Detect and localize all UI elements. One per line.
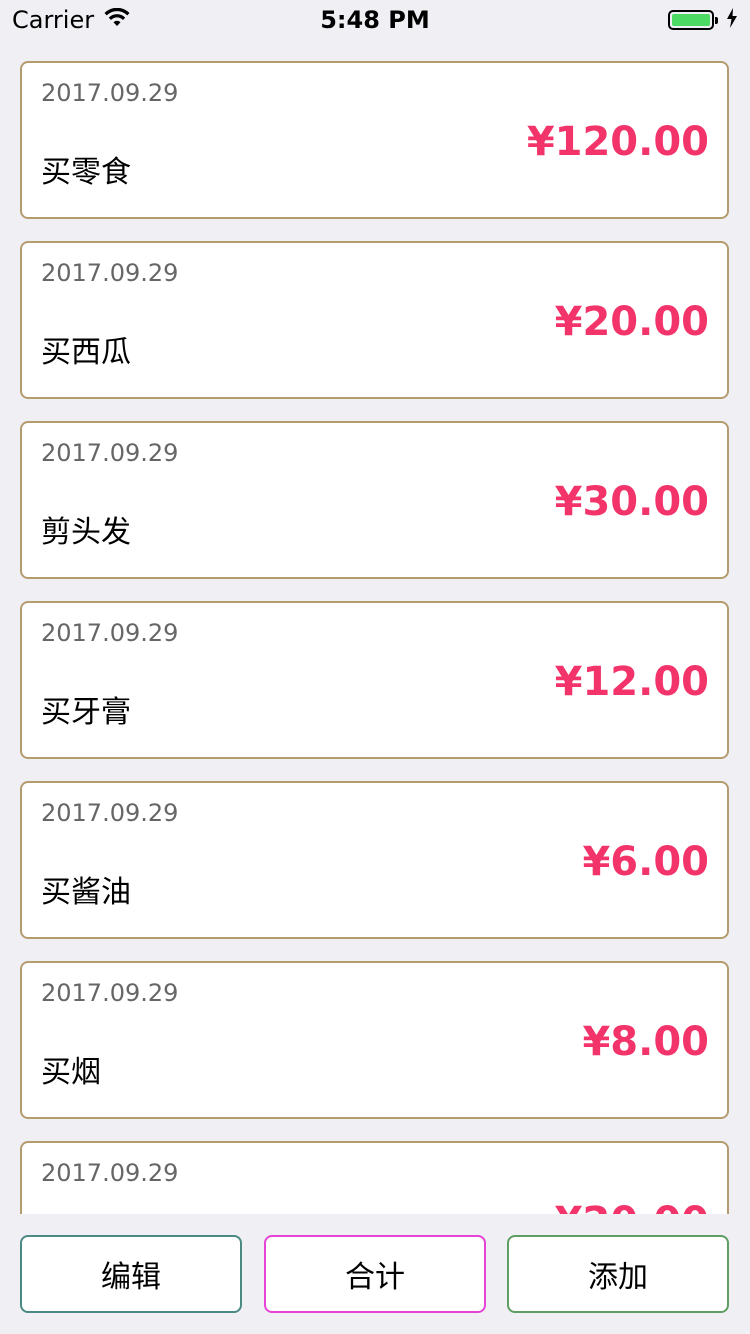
bottom-toolbar: 编辑 合计 添加 xyxy=(0,1214,750,1334)
add-button[interactable]: 添加 xyxy=(507,1235,729,1313)
record-amount: ¥20.00 xyxy=(555,1199,709,1214)
record-card[interactable]: 2017.09.29 买烟 ¥8.00 xyxy=(20,961,729,1119)
record-card[interactable]: 2017.09.29 买酱油 ¥6.00 xyxy=(20,781,729,939)
record-name: 剪头发 xyxy=(41,515,131,550)
record-name: 买烟 xyxy=(41,1055,101,1090)
record-name: 买牙膏 xyxy=(41,695,131,730)
record-card[interactable]: 2017.09.29 买牙膏 ¥12.00 xyxy=(20,601,729,759)
battery-level xyxy=(672,14,710,26)
record-date: 2017.09.29 xyxy=(41,799,179,827)
record-name: 买西瓜 xyxy=(41,335,131,370)
record-date: 2017.09.29 xyxy=(41,439,179,467)
record-name: 买零食 xyxy=(41,155,131,190)
record-amount: ¥20.00 xyxy=(554,299,709,345)
record-amount: ¥6.00 xyxy=(582,839,709,885)
wifi-icon xyxy=(104,6,130,34)
record-amount: ¥30.00 xyxy=(554,479,709,525)
status-right xyxy=(668,8,738,32)
sum-button[interactable]: 合计 xyxy=(264,1235,486,1313)
record-name: 买酱油 xyxy=(41,875,131,910)
record-card[interactable]: 2017.09.29 ¥20.00 xyxy=(20,1141,729,1214)
record-amount: ¥120.00 xyxy=(526,119,709,165)
record-date: 2017.09.29 xyxy=(41,1159,179,1187)
record-date: 2017.09.29 xyxy=(41,979,179,1007)
record-date: 2017.09.29 xyxy=(41,259,179,287)
status-bar: Carrier 5:48 PM xyxy=(0,0,750,40)
record-amount: ¥12.00 xyxy=(554,659,709,705)
carrier-label: Carrier xyxy=(12,6,95,34)
status-left: Carrier xyxy=(12,6,130,34)
record-date: 2017.09.29 xyxy=(41,619,179,647)
record-card[interactable]: 2017.09.29 剪头发 ¥30.00 xyxy=(20,421,729,579)
record-amount: ¥8.00 xyxy=(582,1019,709,1065)
records-list[interactable]: 2017.09.29 买零食 ¥120.00 2017.09.29 买西瓜 ¥2… xyxy=(0,40,750,1214)
record-card[interactable]: 2017.09.29 买西瓜 ¥20.00 xyxy=(20,241,729,399)
edit-button[interactable]: 编辑 xyxy=(20,1235,242,1313)
battery-icon xyxy=(668,10,718,30)
charging-bolt-icon xyxy=(726,8,738,32)
screen: Carrier 5:48 PM 2017.09.29 买零食 ¥120.00 2… xyxy=(0,0,750,1334)
record-card[interactable]: 2017.09.29 买零食 ¥120.00 xyxy=(20,61,729,219)
record-date: 2017.09.29 xyxy=(41,79,179,107)
